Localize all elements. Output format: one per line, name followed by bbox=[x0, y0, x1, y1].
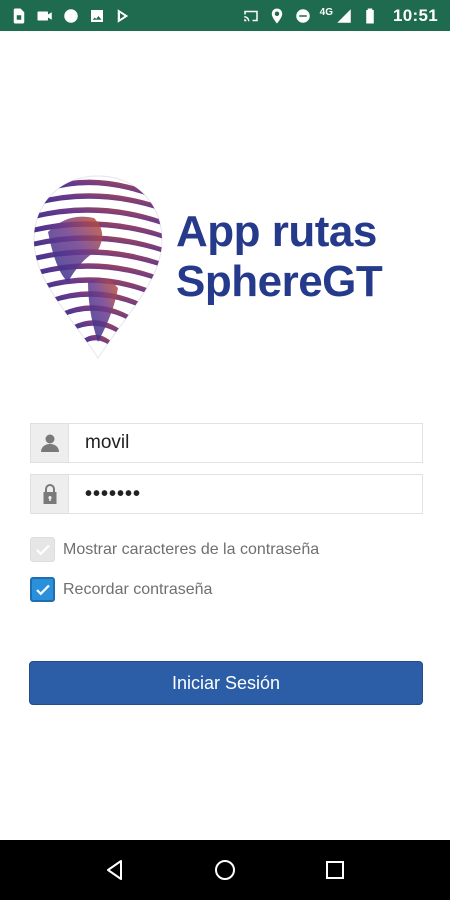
image-icon bbox=[88, 7, 106, 25]
sim-card-icon bbox=[10, 7, 28, 25]
app-title: App rutas SphereGT bbox=[176, 207, 383, 307]
login-button[interactable]: Iniciar Sesión bbox=[29, 661, 423, 705]
globe-pin-icon bbox=[33, 175, 163, 359]
checkmark-icon bbox=[35, 584, 50, 595]
video-camera-icon bbox=[36, 7, 54, 25]
checkmark-icon bbox=[35, 544, 50, 555]
remember-password-label[interactable]: Recordar contraseña bbox=[63, 581, 212, 599]
username-field[interactable]: movil bbox=[30, 423, 423, 463]
status-clock: 10:51 bbox=[393, 5, 438, 25]
lock-icon bbox=[30, 474, 68, 514]
app-logo: App rutas SphereGT bbox=[28, 172, 428, 362]
status-bar: 4G 10:51 bbox=[0, 0, 450, 31]
dot-icon bbox=[62, 7, 80, 25]
network-type-label: 4G bbox=[319, 7, 334, 18]
location-icon bbox=[268, 7, 286, 25]
back-button[interactable] bbox=[95, 850, 135, 890]
user-icon bbox=[30, 423, 68, 463]
remember-password-checkbox[interactable] bbox=[30, 577, 55, 602]
recents-button[interactable] bbox=[315, 850, 355, 890]
password-input[interactable]: ••••••• bbox=[68, 474, 423, 514]
password-field[interactable]: ••••••• bbox=[30, 474, 423, 514]
battery-icon bbox=[361, 7, 379, 25]
do-not-disturb-icon bbox=[294, 7, 312, 25]
show-password-label[interactable]: Mostrar caracteres de la contraseña bbox=[63, 541, 319, 559]
home-button[interactable] bbox=[205, 850, 245, 890]
username-input[interactable]: movil bbox=[68, 423, 423, 463]
status-left-icons bbox=[10, 7, 132, 25]
play-store-icon bbox=[114, 7, 132, 25]
status-right-icons: 4G 10:51 bbox=[242, 6, 438, 26]
app-title-line2: SphereGT bbox=[176, 257, 383, 306]
signal-icon bbox=[335, 7, 353, 25]
recents-icon bbox=[326, 861, 344, 879]
app-title-line1: App rutas bbox=[176, 207, 377, 256]
back-icon bbox=[107, 860, 122, 880]
cast-icon bbox=[242, 7, 260, 25]
show-password-row[interactable]: Mostrar caracteres de la contraseña bbox=[30, 537, 319, 562]
navigation-bar bbox=[0, 840, 450, 900]
login-screen: 4G 10:51 App rutas SphereGT movil ••••••… bbox=[0, 0, 450, 900]
home-icon bbox=[215, 860, 235, 880]
remember-password-row[interactable]: Recordar contraseña bbox=[30, 577, 212, 602]
show-password-checkbox[interactable] bbox=[30, 537, 55, 562]
